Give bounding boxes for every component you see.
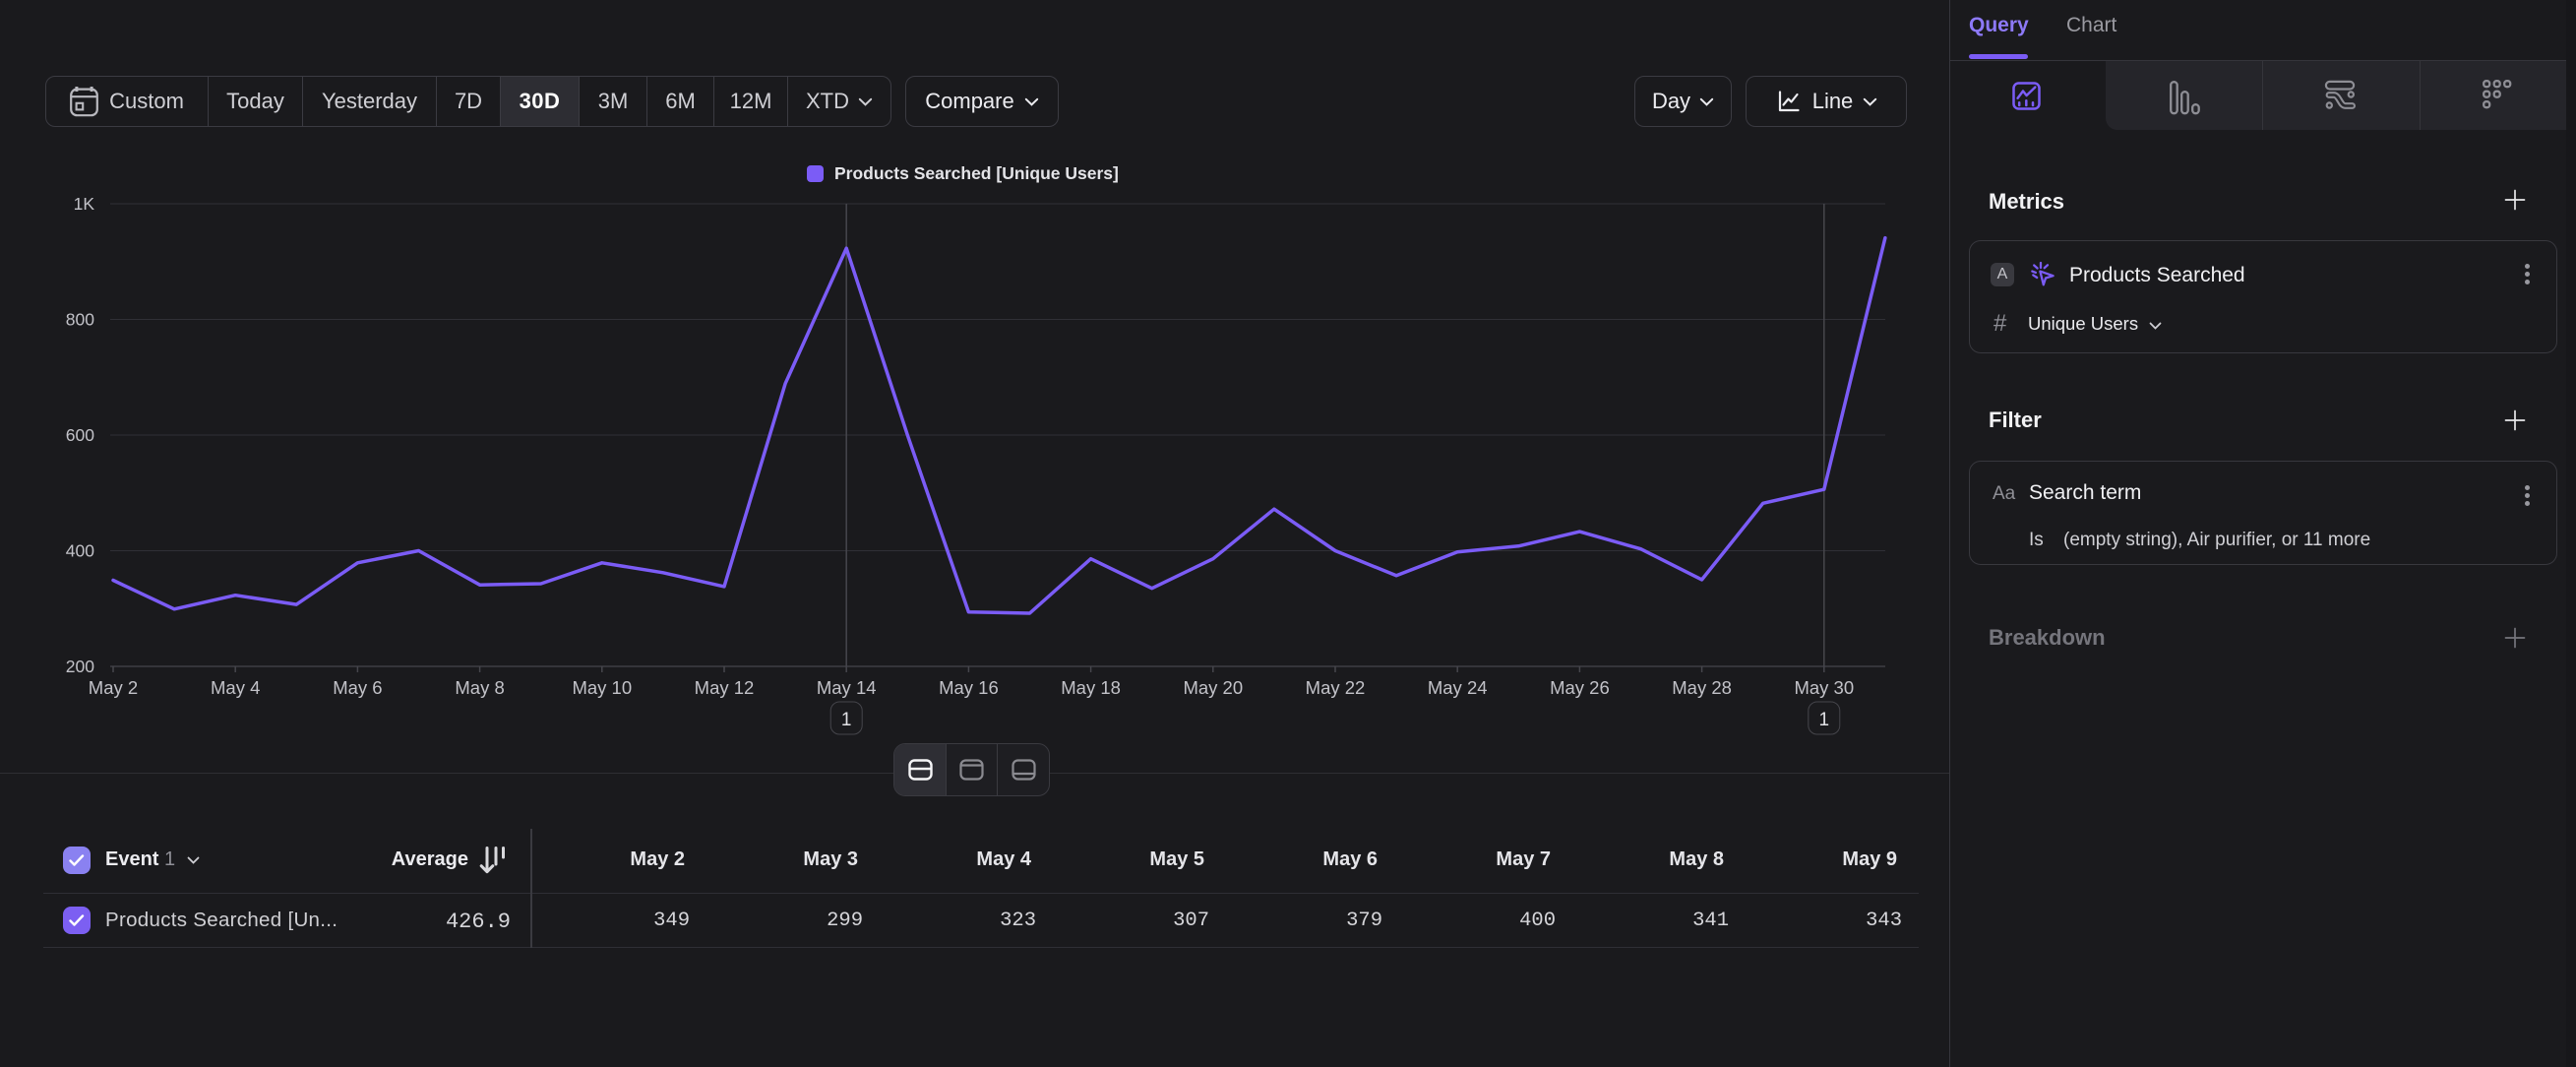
- svg-text:May 20: May 20: [1183, 677, 1243, 698]
- svg-text:May 8: May 8: [455, 677, 504, 698]
- svg-text:May 30: May 30: [1794, 677, 1854, 698]
- svg-text:400: 400: [66, 541, 94, 561]
- svg-text:May 24: May 24: [1428, 677, 1488, 698]
- svg-text:May 26: May 26: [1550, 677, 1610, 698]
- svg-text:200: 200: [66, 657, 94, 676]
- svg-text:800: 800: [66, 310, 94, 330]
- svg-text:May 4: May 4: [211, 677, 260, 698]
- svg-text:May 12: May 12: [695, 677, 755, 698]
- svg-text:May 22: May 22: [1306, 677, 1366, 698]
- svg-text:1: 1: [841, 710, 852, 730]
- svg-text:May 10: May 10: [572, 677, 632, 698]
- svg-text:600: 600: [66, 425, 94, 445]
- svg-text:May 14: May 14: [817, 677, 877, 698]
- svg-text:May 6: May 6: [333, 677, 382, 698]
- svg-text:1: 1: [1819, 710, 1830, 730]
- svg-text:May 18: May 18: [1061, 677, 1121, 698]
- svg-text:May 28: May 28: [1672, 677, 1732, 698]
- svg-text:May 16: May 16: [939, 677, 999, 698]
- svg-text:May 2: May 2: [89, 677, 138, 698]
- svg-text:1K: 1K: [74, 194, 95, 214]
